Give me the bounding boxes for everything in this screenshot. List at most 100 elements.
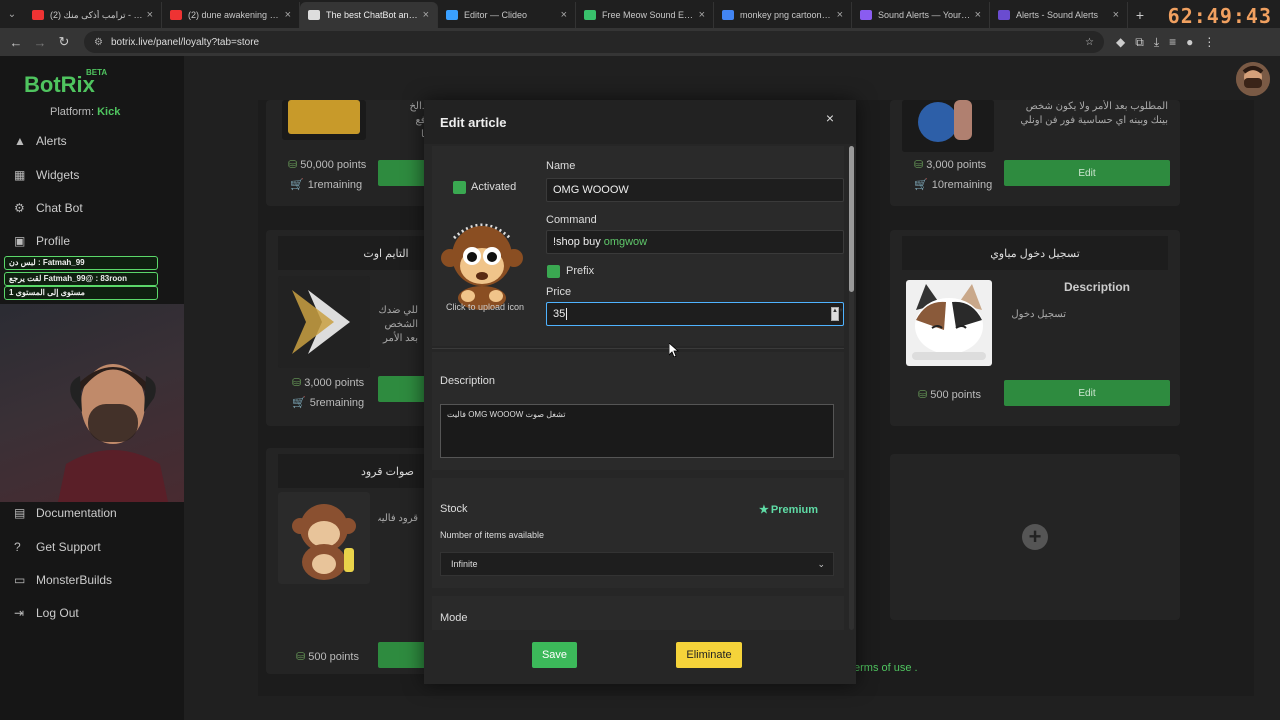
modal-scrollbar-thumb[interactable] <box>849 146 854 292</box>
favicon-icon <box>32 10 44 20</box>
nav-chat-bot-label: Chat Bot <box>36 201 83 215</box>
close-tab-icon[interactable]: × <box>423 9 429 21</box>
close-tab-icon[interactable]: × <box>975 9 981 21</box>
browser-tab-label: monkey png cartoon - G <box>740 10 833 20</box>
browser-tab[interactable]: (2) ترامب أذكى منك - Tube × <box>24 2 162 28</box>
premium-badge: ★ Premium <box>759 503 818 517</box>
price-stepper[interactable]: ▲▼ <box>831 307 844 321</box>
browser-tab[interactable]: (2) dune awakening game × <box>162 2 300 28</box>
close-tab-icon[interactable]: × <box>147 9 153 21</box>
browser-tab[interactable]: monkey png cartoon - G × <box>714 2 852 28</box>
download-icon[interactable]: ⤓ <box>1154 35 1159 50</box>
nav-chat-bot[interactable]: ⚙ Chat Bot <box>14 201 83 215</box>
new-tab-button[interactable]: + <box>1128 2 1152 28</box>
description-label: Description <box>440 375 496 387</box>
activated-checkbox[interactable] <box>453 181 466 194</box>
puzzle-icon[interactable]: ⧉ <box>1135 35 1144 50</box>
platform-indicator: Platform: Kick <box>50 106 120 118</box>
command-label: Command <box>546 214 597 226</box>
card-description: للي ضدك الشخص بعد الأمر <box>378 305 418 344</box>
card-title: تسجيل دخول مياوي <box>902 236 1168 270</box>
brand-logo[interactable]: BotRix <box>24 72 95 98</box>
profile-icon[interactable]: ● <box>1186 35 1193 50</box>
nav-documentation[interactable]: ▤ Documentation <box>14 506 117 520</box>
terms-of-use-link[interactable]: erms of use . <box>854 662 918 674</box>
eliminate-button[interactable]: Eliminate <box>676 642 742 668</box>
browser-tab[interactable]: Sound Alerts — Your all-i × <box>852 2 990 28</box>
description-textarea[interactable]: تشغل صوت OMG WOOOW فاليت <box>440 404 834 458</box>
add-article-card[interactable]: + <box>890 454 1180 620</box>
prefix-checkbox[interactable] <box>547 265 560 278</box>
nav-get-support[interactable]: ? Get Support <box>14 540 101 554</box>
plus-icon[interactable]: + <box>1022 524 1048 550</box>
browser-tab[interactable]: Free Meow Sound Effects × <box>576 2 714 28</box>
close-icon[interactable]: × <box>826 110 834 126</box>
activated-label: Activated <box>471 181 517 193</box>
card-points: ⛁ 500 points <box>918 388 981 402</box>
star-icon: ★ <box>759 504 769 516</box>
close-tab-icon[interactable]: × <box>561 9 567 21</box>
card-remaining: 🛒 10remaining <box>914 178 993 192</box>
command-input[interactable]: !shop buy omgwow <box>546 230 844 254</box>
nav-monsterbuilds[interactable]: ▭ MonsterBuilds <box>14 573 112 587</box>
browser-tab-label: Alerts - Sound Alerts <box>1016 10 1099 20</box>
save-button[interactable]: Save <box>532 642 577 668</box>
browser-tab-label: Free Meow Sound Effects <box>602 10 695 20</box>
nav-alerts-label: Alerts <box>36 134 67 148</box>
close-tab-icon[interactable]: × <box>699 9 705 21</box>
beta-badge: BETA <box>86 68 108 77</box>
close-tab-icon[interactable]: × <box>837 9 843 21</box>
favicon-icon <box>446 10 458 20</box>
edit-button[interactable] <box>378 376 428 402</box>
browser-tab[interactable]: Editor — Clideo × <box>438 2 576 28</box>
browser-tab[interactable]: Alerts - Sound Alerts × <box>990 2 1128 28</box>
edit-button[interactable]: Edit <box>1004 380 1170 406</box>
name-input[interactable]: OMG WOOOW <box>546 178 844 202</box>
nav-widgets[interactable]: ▦ Widgets <box>14 168 79 182</box>
nav-profile[interactable]: ▣ Profile <box>14 234 70 248</box>
upload-icon-area[interactable] <box>434 214 530 314</box>
edit-button[interactable] <box>378 642 428 668</box>
chevron-down-icon: ⌄ <box>817 559 825 569</box>
nav-log-out[interactable]: ⇥ Log Out <box>14 606 79 620</box>
edit-button[interactable] <box>378 160 428 186</box>
monkey-icon <box>441 223 523 310</box>
avatar[interactable] <box>1236 62 1270 96</box>
card-points: ⛁ 3,000 points <box>292 376 365 390</box>
site-info-icon[interactable]: ⚙ <box>94 37 103 48</box>
tab-search-icon[interactable]: ⌄ <box>0 0 24 28</box>
media-icon[interactable]: ≡ <box>1169 35 1176 50</box>
monitor-icon: ▭ <box>14 573 26 587</box>
gift-card-image <box>282 100 366 140</box>
price-input[interactable]: 35 ▲▼ <box>546 302 844 326</box>
mouse-cursor-icon <box>669 343 679 357</box>
items-available-select[interactable]: Infinite ⌄ <box>440 552 834 576</box>
forward-icon[interactable]: → <box>28 35 52 50</box>
close-tab-icon[interactable]: × <box>1113 9 1119 21</box>
url-field[interactable]: ⚙ botrix.live/panel/loyalty?tab=store ☆ <box>84 31 1104 53</box>
card-points: ⛁ 500 points <box>296 650 359 664</box>
items-available-label: Number of items available <box>440 530 545 540</box>
favicon-icon <box>860 10 872 20</box>
close-tab-icon[interactable]: × <box>285 9 291 21</box>
favicon-icon <box>998 10 1010 20</box>
browser-tab-label: (2) ترامب أذكى منك - Tube <box>50 9 143 20</box>
nav-log-out-label: Log Out <box>36 606 79 620</box>
card-points: ⛁ 50,000 points <box>288 158 367 172</box>
edit-button[interactable]: Edit <box>1004 160 1170 186</box>
back-icon[interactable]: ← <box>4 35 28 50</box>
reload-icon[interactable]: ↻ <box>52 34 76 50</box>
monkey-image <box>278 492 370 584</box>
modal-title: Edit article <box>440 114 507 130</box>
extension-icon[interactable]: ◆ <box>1116 35 1125 50</box>
upload-icon-label[interactable]: Click to upload icon <box>440 302 530 312</box>
nav-alerts[interactable]: ▲ Alerts <box>14 134 67 148</box>
bookmark-star-icon[interactable]: ☆ <box>1085 37 1094 48</box>
browser-tab-label: (2) dune awakening game <box>188 10 281 20</box>
browser-tab[interactable]: The best ChatBot and Wi × <box>300 2 438 28</box>
card-remaining: 🛒 1remaining <box>290 178 363 192</box>
mode-label: Mode <box>440 612 468 624</box>
menu-icon[interactable]: ⋮ <box>1203 35 1215 50</box>
modal-body: Activated Name OMG WOOOW Command !shop b… <box>424 144 846 630</box>
warning-icon: ▲ <box>14 134 26 148</box>
